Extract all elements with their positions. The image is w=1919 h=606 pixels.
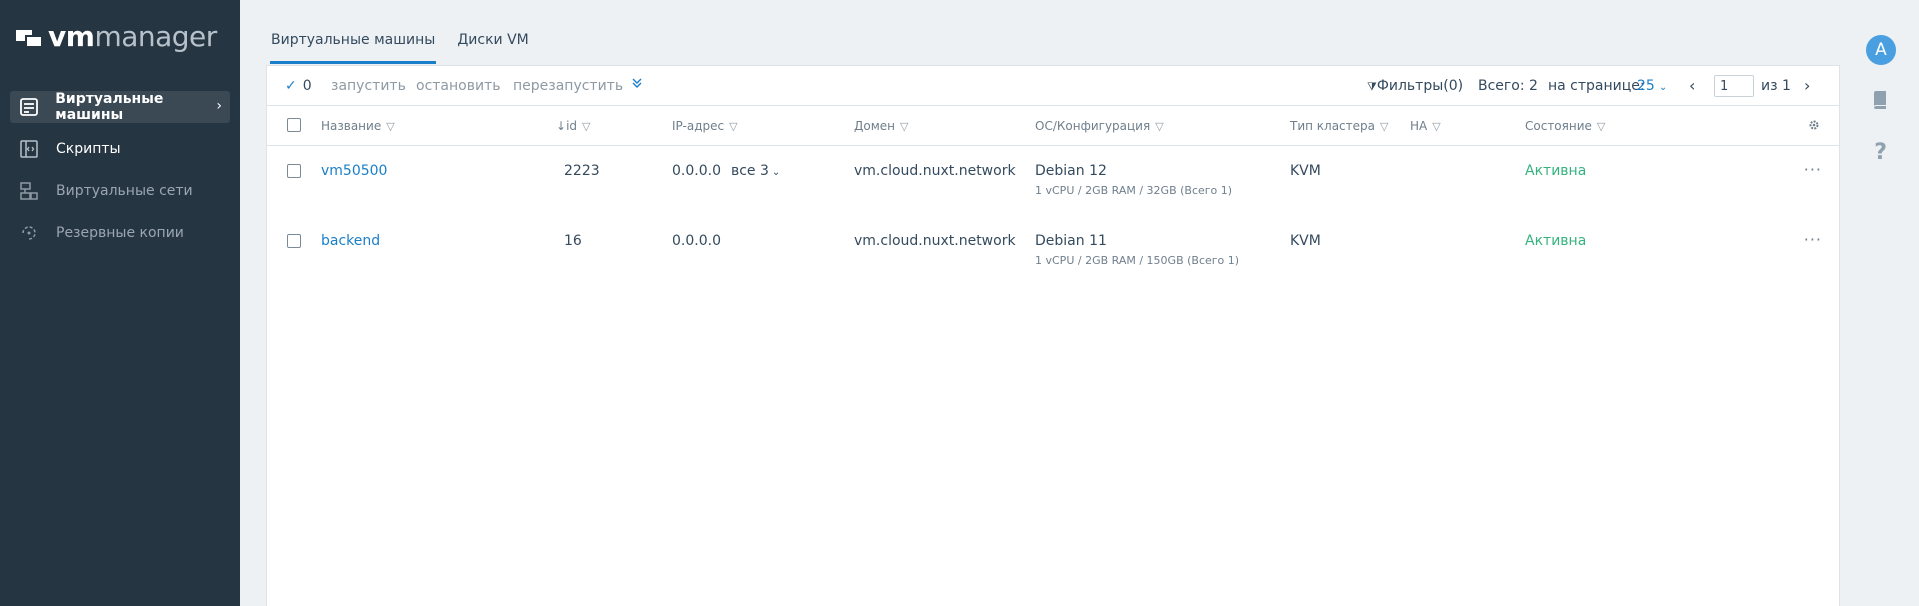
sidebar-item-label: Скрипты	[56, 141, 121, 157]
vm-ip: 0.0.0.0	[672, 233, 721, 249]
per-page-label: на странице:	[1548, 78, 1645, 94]
column-domain[interactable]: Домен ▽	[854, 119, 908, 133]
column-os[interactable]: ОС/Конфигурация ▽	[1035, 119, 1164, 133]
filter-icon: ▽	[900, 120, 909, 133]
restart-button[interactable]: перезапустить	[513, 78, 623, 94]
filter-icon: ▽	[729, 120, 738, 133]
chevron-right-icon: ›	[216, 98, 222, 114]
sidebar-nav: Виртуальные машины › Скрипты Виртуальные…	[10, 91, 230, 259]
network-icon	[18, 180, 40, 202]
filter-icon: ▽	[1155, 120, 1164, 133]
column-state[interactable]: Состояние ▽	[1525, 119, 1605, 133]
sort-desc-icon: ↓	[556, 119, 567, 133]
logo-text-vm: vm	[48, 20, 95, 53]
toolbar: ✓ 0 запустить остановить перезапустить ⧩Ф…	[267, 66, 1839, 106]
sidebar-item-virtual-machines[interactable]: Виртуальные машины ›	[10, 91, 230, 123]
chevron-down-icon: ⌄	[771, 167, 781, 178]
vm-config: 1 vCPU / 2GB RAM / 150GB (Всего 1)	[1035, 254, 1240, 267]
vm-name-link[interactable]: backend	[321, 233, 380, 249]
logo-text-manager: manager	[94, 20, 217, 53]
backup-icon	[18, 222, 40, 244]
chevron-down-icon: ⌄	[1658, 82, 1668, 93]
server-icon	[18, 96, 39, 118]
table-row[interactable]: backend 16 0.0.0.0 vm.cloud.nuxt.network…	[267, 218, 1839, 288]
select-all-checkbox[interactable]	[287, 118, 301, 132]
logo-icon	[16, 26, 44, 48]
script-icon	[18, 138, 40, 160]
vm-os: Debian 11	[1035, 233, 1107, 249]
column-id[interactable]: ↓id ▽	[556, 119, 590, 133]
help-icon[interactable]: ?	[1874, 140, 1887, 165]
column-cluster-type[interactable]: Тип кластера ▽	[1290, 119, 1388, 133]
sidebar-item-label: Виртуальные машины	[55, 91, 164, 123]
column-name[interactable]: Название ▽	[321, 119, 395, 133]
filter-icon: ▽	[1596, 120, 1606, 133]
tab-bar: Виртуальные машины Диски VM	[270, 28, 550, 64]
vm-ip: 0.0.0.0 все 3 ⌄	[672, 163, 781, 179]
filter-icon: ▽	[386, 120, 395, 133]
prev-page-button[interactable]: ‹	[1689, 76, 1695, 95]
filter-icon: ▽	[1380, 120, 1389, 133]
column-ha[interactable]: HA ▽	[1410, 119, 1441, 133]
status-badge: Активна	[1525, 163, 1587, 179]
total-count: Всего: 2	[1478, 78, 1538, 94]
sidebar-item-backups[interactable]: Резервные копии	[10, 217, 230, 249]
vm-domain: vm.cloud.nuxt.network	[854, 233, 1016, 249]
tab-vm-disks[interactable]: Диски VM	[456, 28, 529, 64]
per-page-select[interactable]: 25 ⌄	[1637, 78, 1667, 94]
column-ip[interactable]: IP-адрес ▽	[672, 119, 738, 133]
vm-os: Debian 12	[1035, 163, 1107, 179]
book-icon[interactable]	[1872, 91, 1888, 113]
table-row[interactable]: vm50500 2223 0.0.0.0 все 3 ⌄ vm.cloud.nuxt…	[267, 148, 1839, 218]
user-avatar[interactable]: A	[1866, 35, 1896, 65]
gear-icon[interactable]	[1808, 119, 1820, 135]
tab-virtual-machines[interactable]: Виртуальные машины	[270, 28, 437, 64]
filter-icon: ▽	[582, 120, 591, 133]
selected-count: ✓ 0	[285, 78, 312, 94]
vm-id: 16	[564, 233, 582, 249]
vm-config: 1 vCPU / 2GB RAM / 32GB (Всего 1)	[1035, 184, 1233, 197]
sidebar-item-label: Резервные копии	[56, 225, 184, 241]
sidebar: vmmanager Виртуальные машины › Скрипты В…	[0, 0, 240, 606]
vm-domain: vm.cloud.nuxt.network	[854, 163, 1016, 179]
sidebar-item-label: Виртуальные сети	[56, 183, 193, 199]
vm-table-panel: ✓ 0 запустить остановить перезапустить ⧩Ф…	[266, 65, 1840, 606]
right-rail: A ?	[1866, 0, 1919, 606]
vm-cluster-type: KVM	[1290, 163, 1321, 179]
vm-name-link[interactable]: vm50500	[321, 163, 387, 179]
filter-icon: ▽	[1432, 120, 1441, 133]
of-label: из	[1761, 78, 1778, 94]
sidebar-item-virtual-networks[interactable]: Виртуальные сети	[10, 175, 230, 207]
row-checkbox[interactable]	[287, 164, 301, 178]
more-actions-icon[interactable]: ···	[1804, 230, 1822, 249]
filter-icon: ⧩	[1367, 80, 1377, 93]
sidebar-item-scripts[interactable]: Скрипты	[10, 133, 230, 165]
start-button[interactable]: запустить	[331, 78, 406, 94]
check-icon: ✓	[285, 78, 297, 94]
table-header: Название ▽ ↓id ▽ IP-адрес ▽ Домен ▽ ОС/Конфи…	[267, 106, 1839, 146]
vm-cluster-type: KVM	[1290, 233, 1321, 249]
next-page-button[interactable]: ›	[1804, 76, 1810, 95]
vmmanager-logo[interactable]: vmmanager	[16, 22, 217, 52]
filters-button[interactable]: ⧩Фильтры(0)	[1367, 78, 1463, 94]
row-checkbox[interactable]	[287, 234, 301, 248]
expand-actions-icon[interactable]	[631, 77, 643, 93]
status-badge: Активна	[1525, 233, 1587, 249]
page-number-input[interactable]	[1714, 75, 1754, 97]
ip-show-all-button[interactable]: все 3 ⌄	[731, 163, 780, 179]
more-actions-icon[interactable]: ···	[1804, 160, 1822, 179]
total-pages: 1	[1782, 78, 1791, 94]
stop-button[interactable]: остановить	[416, 78, 500, 94]
vm-id: 2223	[564, 163, 600, 179]
